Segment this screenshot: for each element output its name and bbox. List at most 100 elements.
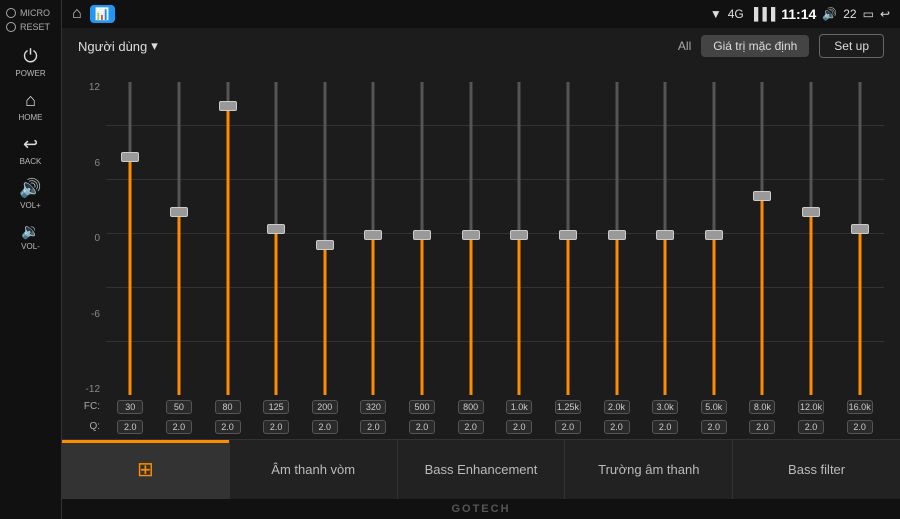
fc-badge-800: 800 [458,400,484,414]
fc-cell-800: 800 [446,397,495,415]
slider-col-16.0k [835,72,884,395]
fc-badge-80: 80 [215,400,241,414]
fc-badge-12.0k: 12.0k [798,400,824,414]
slider-thumb-1.25k[interactable] [559,230,577,240]
slider-col-320 [349,72,398,395]
slider-fill-16.0k [858,234,861,396]
slider-thumb-50[interactable] [170,207,188,217]
q-badge-30: 2.0 [117,420,143,434]
q-badge-1.0k: 2.0 [506,420,532,434]
chevron-down-icon: ▾ [151,38,158,54]
y-label-6: 6 [78,158,100,169]
fc-badge-3.0k: 3.0k [652,400,678,414]
q-badge-80: 2.0 [215,420,241,434]
footer-brand: GOTECH [62,499,900,519]
slider-fill-80 [226,111,229,395]
slider-thumb-500[interactable] [413,230,431,240]
reset-radio[interactable]: RESET [6,22,55,32]
slider-fill-3.0k [664,240,667,395]
sound-field-tab-label: Trường âm thanh [598,462,699,477]
tab-eq[interactable]: ⊞ [62,440,230,499]
q-cell-5.0k: 2.0 [690,417,739,435]
slider-thumb-12.0k[interactable] [802,207,820,217]
fc-cell-320: 320 [349,397,398,415]
slider-col-1.25k [544,72,593,395]
slider-thumb-80[interactable] [219,101,237,111]
tab-bass-enhancement[interactable]: Bass Enhancement [398,440,566,499]
power-button[interactable]: ⏻ POWER [0,40,61,84]
q-cell-200: 2.0 [301,417,350,435]
micro-label: MICRO [20,8,50,18]
slider-thumb-8.0k[interactable] [753,191,771,201]
q-cells: 2.02.02.02.02.02.02.02.02.02.02.02.02.02… [106,417,884,435]
back-label: BACK [20,157,42,166]
fc-badge-320: 320 [360,400,386,414]
slider-fill-500 [421,240,424,395]
q-badge-200: 2.0 [312,420,338,434]
slider-col-800 [446,72,495,395]
fc-badge-5.0k: 5.0k [701,400,727,414]
slider-fill-12.0k [810,217,813,395]
fc-row-label: FC: [78,401,106,412]
slider-col-50 [155,72,204,395]
slider-thumb-16.0k[interactable] [851,224,869,234]
slider-thumb-5.0k[interactable] [705,230,723,240]
fc-cell-200: 200 [301,397,350,415]
micro-radio[interactable]: MICRO [6,8,55,18]
back-nav-icon[interactable]: ↩ [880,7,890,21]
slider-col-12.0k [787,72,836,395]
q-cell-1.25k: 2.0 [544,417,593,435]
slider-thumb-3.0k[interactable] [656,230,674,240]
signal-label: 4G [728,7,744,21]
y-label-0: 0 [78,233,100,244]
setup-button[interactable]: Set up [819,34,884,58]
tab-bass-filter[interactable]: Bass filter [733,440,900,499]
fc-badge-125: 125 [263,400,289,414]
y-label-12: 12 [78,82,100,93]
q-cell-2.0k: 2.0 [592,417,641,435]
fc-badge-500: 500 [409,400,435,414]
y-axis: 12 6 0 -6 -12 [78,72,106,395]
slider-thumb-800[interactable] [462,230,480,240]
tab-surround[interactable]: Âm thanh vòm [230,440,398,499]
fc-cell-50: 50 [155,397,204,415]
q-cell-8.0k: 2.0 [738,417,787,435]
fc-badge-50: 50 [166,400,192,414]
slider-thumb-30[interactable] [121,152,139,162]
home-button[interactable]: ⌂ HOME [0,84,61,128]
user-dropdown-label: Người dùng [78,39,147,54]
q-badge-125: 2.0 [263,420,289,434]
wifi-icon: ▼ [710,7,722,21]
slider-col-30 [106,72,155,395]
status-bar: ⌂ 📊 ▼ 4G ▐▐▐ 11:14 🔊 22 ▭ ↩ [62,0,900,28]
back-button[interactable]: ↩ BACK [0,128,61,172]
default-values-button[interactable]: Giá trị mặc định [701,35,809,57]
slider-thumb-125[interactable] [267,224,285,234]
slider-thumb-320[interactable] [364,230,382,240]
slider-fill-125 [275,234,278,396]
brand-name: GOTECH [451,503,510,515]
power-label: POWER [15,69,45,78]
q-cell-800: 2.0 [446,417,495,435]
q-cell-50: 2.0 [155,417,204,435]
user-dropdown[interactable]: Người dùng ▾ [78,38,158,54]
vol-down-label: VOL- [21,242,40,251]
fc-row: FC: 3050801252003205008001.0k1.25k2.0k3.… [78,397,884,415]
fc-badge-30: 30 [117,400,143,414]
q-badge-800: 2.0 [458,420,484,434]
volume-level: 22 [843,7,856,21]
volume-icon: 🔊 [822,7,837,21]
slider-col-1.0k [495,72,544,395]
vol-down-button[interactable]: 🔉 VOL- [0,216,61,257]
eq-area: 12 6 0 -6 -12 FC: [62,64,900,439]
q-cell-16.0k: 2.0 [835,417,884,435]
slider-thumb-1.0k[interactable] [510,230,528,240]
all-label: All [678,39,691,53]
slider-thumb-2.0k[interactable] [608,230,626,240]
back-icon: ↩ [23,134,38,155]
slider-thumb-200[interactable] [316,240,334,250]
reset-label: RESET [20,22,50,32]
tab-sound-field[interactable]: Trường âm thanh [565,440,733,499]
tab-bar: ⊞ Âm thanh vòm Bass Enhancement Trường â… [62,439,900,499]
vol-up-button[interactable]: 🔊 VOL+ [0,172,61,216]
